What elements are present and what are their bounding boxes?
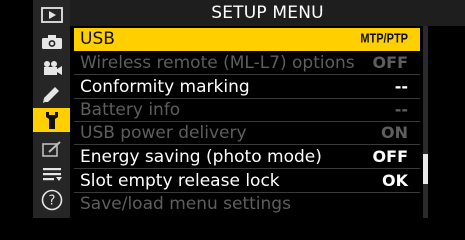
menu-item-label: Save/load menu settings: [80, 194, 291, 214]
menu-scrollbar[interactable]: [423, 26, 428, 218]
tab-help[interactable]: ?: [33, 188, 70, 212]
menu-item-value: MTP/PTP: [360, 32, 408, 46]
menu-item-conformity-marking[interactable]: Conformity marking --: [74, 76, 420, 99]
menu-item-save-load-settings[interactable]: Save/load menu settings: [74, 193, 420, 216]
tab-movie-shooting[interactable]: [33, 56, 70, 80]
retouch-icon: [41, 140, 63, 158]
menu-item-usb-power-delivery[interactable]: USB power delivery ON: [74, 122, 420, 145]
menu-tab-sidebar: ?: [33, 0, 70, 218]
menu-item-slot-empty-release-lock[interactable]: Slot empty release lock OK: [74, 170, 420, 193]
photo-shooting-icon: [41, 34, 63, 50]
menu-item-battery-info[interactable]: Battery info --: [74, 99, 420, 122]
custom-settings-pencil-icon: [41, 86, 63, 104]
menu-item-value: OFF: [372, 53, 408, 72]
menu-item-value: OK: [382, 171, 408, 190]
menu-item-label: Energy saving (photo mode): [80, 147, 322, 167]
menu-item-label: Battery info: [80, 100, 181, 120]
tab-setup[interactable]: [33, 108, 70, 132]
menu-item-value: --: [394, 100, 408, 119]
menu-item-label: Slot empty release lock: [80, 171, 280, 191]
menu-item-label: USB power delivery: [80, 123, 247, 143]
menu-item-label: Conformity marking: [80, 77, 250, 97]
menu-item-wireless-remote[interactable]: Wireless remote (ML-L7) options OFF: [74, 52, 420, 75]
menu-item-value: ON: [381, 123, 408, 142]
menu-item-label: USB: [80, 29, 115, 49]
tab-retouch[interactable]: [33, 137, 70, 161]
tab-my-menu[interactable]: [33, 162, 70, 186]
svg-text:?: ?: [48, 194, 55, 209]
tab-custom-settings[interactable]: [33, 83, 70, 107]
movie-shooting-icon: [41, 60, 63, 76]
tab-playback[interactable]: [33, 3, 70, 27]
camera-menu-screen: ? SETUP MENU USB MTP/PTP Wireless remote…: [0, 0, 465, 218]
menu-item-value: --: [394, 77, 408, 96]
menu-item-label: Wireless remote (ML-L7) options: [80, 53, 355, 73]
menu-item-usb[interactable]: USB MTP/PTP: [74, 28, 420, 51]
page-title: SETUP MENU: [70, 0, 465, 26]
playback-icon: [40, 7, 63, 23]
setup-wrench-icon: [42, 110, 62, 130]
scrollbar-thumb[interactable]: [423, 154, 428, 184]
help-icon: ?: [41, 189, 63, 211]
tab-photo-shooting[interactable]: [33, 30, 70, 54]
my-menu-icon: [41, 166, 63, 182]
menu-item-energy-saving[interactable]: Energy saving (photo mode) OFF: [74, 146, 420, 169]
menu-item-value: OFF: [372, 147, 408, 166]
